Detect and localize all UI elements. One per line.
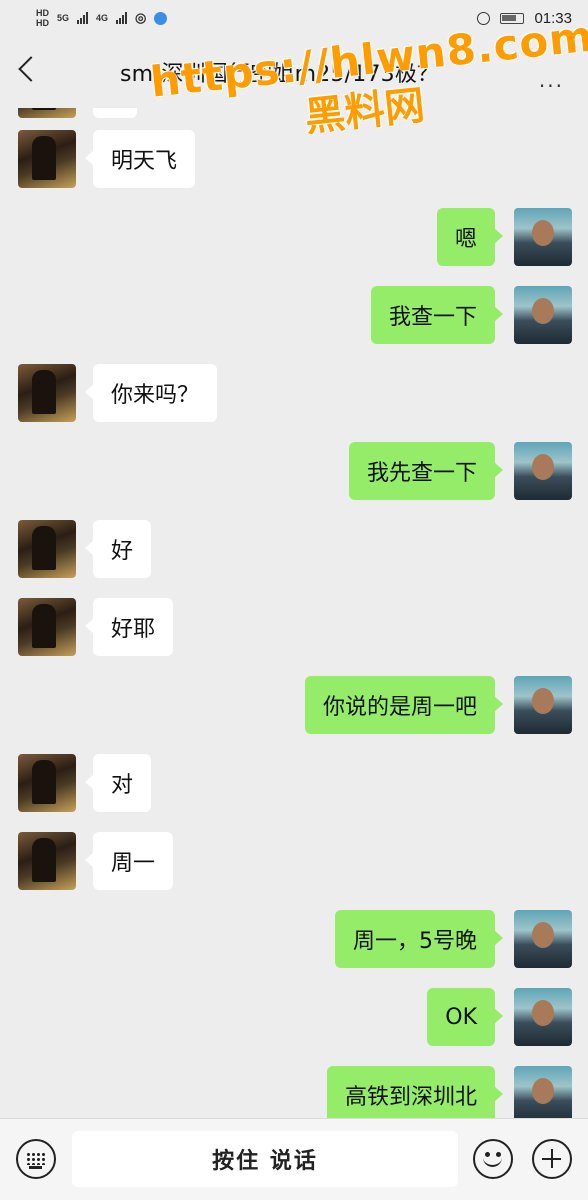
signal-icon [116, 12, 128, 24]
message-bubble[interactable]: 高铁到深圳北 [326, 1066, 504, 1118]
message-list[interactable]: 明天飞 嗯 我查一下 你来吗？ 我先查一下 好 好耶 你说的是周一吧 对 周一 … [0, 108, 588, 1118]
message-text: 我查一下 [388, 305, 477, 330]
message-bubble[interactable]: 嗯 [436, 208, 504, 266]
clock: 01:33 [534, 9, 572, 27]
message-bubble[interactable]: OK [427, 988, 503, 1046]
message-text: 你说的是周一吧 [322, 695, 477, 720]
avatar[interactable] [514, 676, 572, 734]
hotspot-icon: ◎ [135, 10, 147, 25]
message-bubble[interactable]: 你说的是周一吧 [304, 676, 504, 734]
emoji-icon[interactable] [473, 1139, 513, 1179]
avatar[interactable] [18, 364, 76, 422]
message-text: 高铁到深圳北 [344, 1085, 477, 1110]
message-text: 周一，5号晚 [353, 929, 477, 954]
message-bubble[interactable]: 我先查一下 [348, 442, 504, 500]
keyboard-icon[interactable] [16, 1139, 56, 1179]
avatar[interactable] [18, 108, 76, 118]
hd-indicator: HD HD [36, 8, 49, 28]
avatar[interactable] [18, 832, 76, 890]
message-text: 好 [111, 539, 134, 564]
avatar[interactable] [514, 442, 572, 500]
message-text: 我先查一下 [366, 461, 477, 486]
message-bubble[interactable] [93, 108, 137, 118]
battery-icon [500, 12, 525, 24]
signal-icon [77, 12, 89, 24]
message-text: 嗯 [454, 227, 477, 252]
message-text: 周一 [111, 851, 156, 876]
message-text: OK [445, 1004, 477, 1030]
message-bubble[interactable]: 对 [84, 754, 152, 812]
message-bubble[interactable]: 周一 [84, 832, 174, 890]
alarm-icon [477, 11, 491, 25]
status-bar: HD HD 5G 4G ◎ 01:33 [0, 0, 588, 36]
more-options-icon[interactable]: ··· [539, 74, 564, 98]
avatar[interactable] [514, 988, 572, 1046]
chat-header: sm-深圳国行空姐m25/173极？ ··· [0, 36, 588, 108]
message-bubble[interactable]: 明天飞 [84, 130, 196, 188]
avatar[interactable] [18, 598, 76, 656]
message-bubble[interactable]: 我查一下 [370, 286, 504, 344]
input-bar: 按住 说话 [0, 1118, 588, 1200]
avatar[interactable] [514, 1066, 572, 1118]
avatar[interactable] [18, 520, 76, 578]
network-type-label: 4G [96, 13, 109, 23]
avatar[interactable] [514, 286, 572, 344]
hd-label: HD [36, 18, 49, 28]
plus-icon[interactable] [532, 1139, 572, 1179]
message-text: 明天飞 [111, 149, 178, 174]
message-text: 你来吗？ [111, 383, 200, 408]
status-right: 01:33 [477, 10, 572, 27]
network-type-label: 5G [57, 13, 70, 23]
avatar[interactable] [514, 208, 572, 266]
hd-label: HD [36, 8, 49, 18]
hold-to-talk-button[interactable]: 按住 说话 [72, 1131, 458, 1187]
message-bubble[interactable]: 周一，5号晚 [335, 910, 503, 968]
avatar[interactable] [18, 754, 76, 812]
status-left: HD HD 5G 4G ◎ [36, 8, 168, 28]
back-icon[interactable] [18, 56, 44, 82]
avatar[interactable] [18, 130, 76, 188]
message-bubble[interactable]: 好耶 [84, 598, 174, 656]
message-bubble[interactable]: 好 [84, 520, 152, 578]
message-bubble[interactable]: 你来吗？ [84, 364, 218, 422]
message-text: 好耶 [111, 617, 156, 642]
avatar[interactable] [514, 910, 572, 968]
chat-title: sm-深圳国行空姐m25/173极？ [120, 62, 440, 87]
app-notification-icon [154, 11, 168, 25]
message-text: 对 [111, 773, 134, 798]
